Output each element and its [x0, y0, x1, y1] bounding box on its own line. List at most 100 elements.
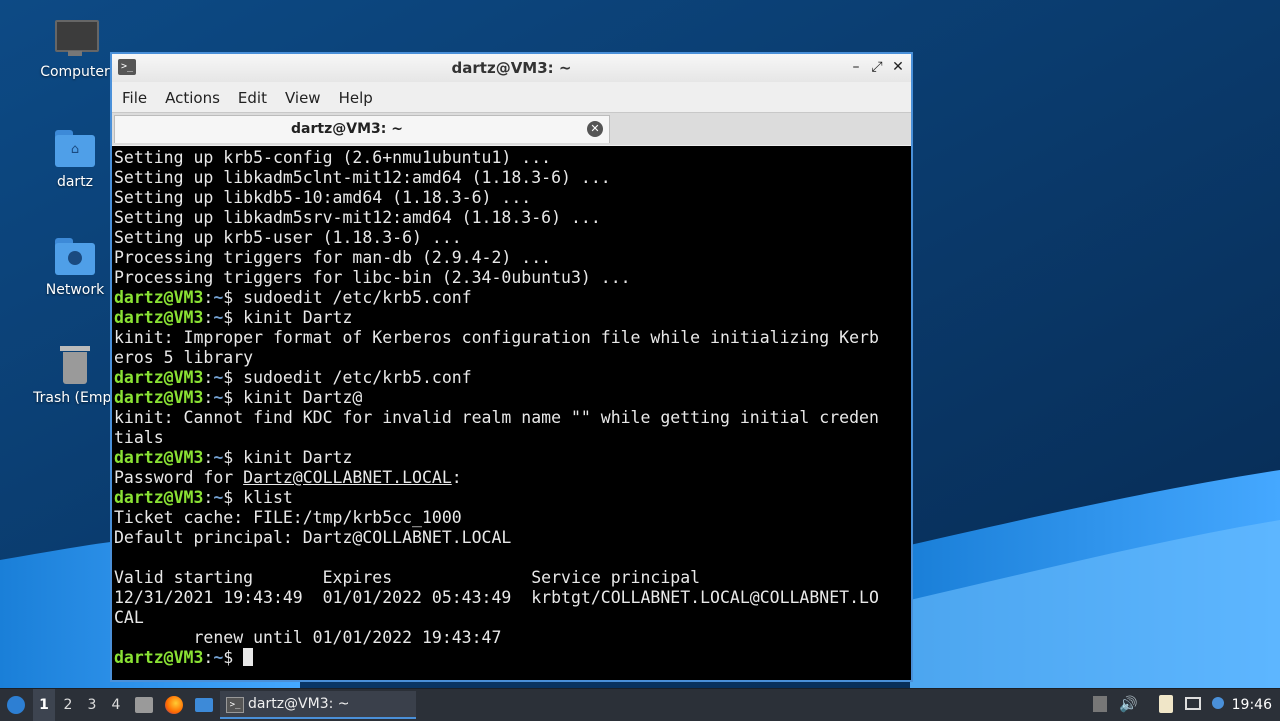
prompt-user: dartz@VM3: [114, 488, 204, 507]
terminal-task-icon: >_: [226, 697, 244, 713]
terminal-line: dartz@VM3:~$: [114, 648, 909, 668]
workspace-3[interactable]: 3: [81, 689, 103, 721]
terminal-line: Valid starting Expires Service principal: [114, 568, 909, 588]
terminal-tab[interactable]: dartz@VM3: ~ ✕: [114, 115, 610, 143]
command-text: kinit Dartz: [243, 308, 353, 327]
prompt-sep: :: [203, 488, 214, 507]
terminal-line: dartz@VM3:~$ kinit Dartz: [114, 308, 909, 328]
terminal-line: Processing triggers for libc-bin (2.34-0…: [114, 268, 909, 288]
output-text: eros 5 library: [114, 348, 254, 367]
prompt-path: ~: [213, 388, 224, 407]
network-folder-icon: [54, 236, 96, 278]
prompt-user: dartz@VM3: [114, 448, 204, 467]
window-titlebar[interactable]: >_ dartz@VM3: ~ – ⤢ ✕: [112, 54, 911, 82]
computer-icon: [54, 18, 99, 60]
terminal-line: Setting up krb5-config (2.6+nmu1ubuntu1)…: [114, 148, 909, 168]
terminal-line: dartz@VM3:~$ klist: [114, 488, 909, 508]
prompt-symbol: $: [223, 368, 244, 387]
terminal-line: dartz@VM3:~$ kinit Dartz@: [114, 388, 909, 408]
terminal-line: Setting up libkadm5clnt-mit12:amd64 (1.1…: [114, 168, 909, 188]
network-tray-icon[interactable]: [1184, 695, 1202, 713]
output-text: 12/31/2021 19:43:49 01/01/2022 05:43:49 …: [114, 588, 879, 607]
prompt-sep: :: [203, 368, 214, 387]
workspace-2[interactable]: 2: [57, 689, 79, 721]
prompt-path: ~: [213, 488, 224, 507]
prompt-user: dartz@VM3: [114, 288, 204, 307]
maximize-button[interactable]: ⤢: [868, 58, 886, 76]
output-text: kinit: Improper format of Kerberos confi…: [114, 328, 879, 347]
output-text: renew until 01/01/2022 19:43:47: [114, 628, 502, 647]
home-folder-icon: ⌂: [54, 128, 96, 170]
show-desktop-icon[interactable]: [193, 689, 215, 721]
terminal-cursor: [243, 648, 254, 666]
output-text: Password for: [114, 468, 244, 487]
menu-bar: File Actions Edit View Help: [112, 82, 911, 112]
terminal-line: dartz@VM3:~$ sudoedit /etc/krb5.conf: [114, 288, 909, 308]
output-text: Setting up libkdb5-10:amd64 (1.18.3-6) .…: [114, 188, 532, 207]
prompt-user: dartz@VM3: [114, 388, 204, 407]
prompt-user: dartz@VM3: [114, 368, 204, 387]
prompt-symbol: $: [223, 288, 244, 307]
terminal-line: kinit: Cannot find KDC for invalid realm…: [114, 408, 909, 428]
trash-icon: [54, 344, 96, 386]
output-text: tials: [114, 428, 164, 447]
menu-file[interactable]: File: [114, 82, 155, 114]
tray-updates-icon[interactable]: [1092, 695, 1110, 713]
terminal-line: eros 5 library: [114, 348, 909, 368]
clipboard-icon[interactable]: [1157, 695, 1175, 713]
workspace-4[interactable]: 4: [105, 689, 127, 721]
tab-label: dartz@VM3: ~: [291, 121, 403, 137]
menu-help[interactable]: Help: [331, 82, 381, 114]
terminal-line: Setting up libkdb5-10:amd64 (1.18.3-6) .…: [114, 188, 909, 208]
prompt-symbol: $: [223, 648, 244, 667]
prompt-path: ~: [213, 368, 224, 387]
menu-edit[interactable]: Edit: [230, 82, 275, 114]
output-text: Valid starting Expires Service principal: [114, 568, 701, 587]
command-text: sudoedit /etc/krb5.conf: [243, 288, 472, 307]
terminal-line: tials: [114, 428, 909, 448]
minimize-button[interactable]: –: [847, 58, 865, 76]
output-text: Ticket cache: FILE:/tmp/krb5cc_1000: [114, 508, 462, 527]
firefox-launcher-icon[interactable]: [163, 689, 185, 721]
prompt-symbol: $: [223, 388, 244, 407]
menu-actions[interactable]: Actions: [157, 82, 228, 114]
terminal-line: Password for Dartz@COLLABNET.LOCAL:: [114, 468, 909, 488]
app-menu-icon[interactable]: [4, 689, 28, 721]
prompt-symbol: $: [223, 448, 244, 467]
close-button[interactable]: ✕: [889, 58, 907, 76]
command-text: sudoedit /etc/krb5.conf: [243, 368, 472, 387]
command-text: kinit Dartz: [243, 448, 353, 467]
terminal-line: Setting up libkadm5srv-mit12:amd64 (1.18…: [114, 208, 909, 228]
window-title: dartz@VM3: ~: [451, 59, 572, 77]
terminal-output[interactable]: Setting up krb5-config (2.6+nmu1ubuntu1)…: [112, 146, 911, 680]
taskbar-terminal-button[interactable]: >_ dartz@VM3: ~: [220, 691, 416, 719]
output-text: Processing triggers for man-db (2.9.4-2)…: [114, 248, 552, 267]
command-text: klist: [243, 488, 293, 507]
notification-icon[interactable]: [1210, 695, 1228, 713]
terminal-line: Processing triggers for man-db (2.9.4-2)…: [114, 248, 909, 268]
prompt-sep: :: [203, 288, 214, 307]
volume-icon[interactable]: 🔊: [1119, 695, 1138, 713]
terminal-line: Setting up krb5-user (1.18.3-6) ...: [114, 228, 909, 248]
task-label: dartz@VM3: ~: [248, 696, 350, 712]
prompt-path: ~: [213, 648, 224, 667]
output-text: Setting up krb5-config (2.6+nmu1ubuntu1)…: [114, 148, 552, 167]
output-text: CAL: [114, 608, 144, 627]
prompt-sep: :: [203, 648, 214, 667]
terminal-line: dartz@VM3:~$ sudoedit /etc/krb5.conf: [114, 368, 909, 388]
terminal-line: Ticket cache: FILE:/tmp/krb5cc_1000: [114, 508, 909, 528]
file-manager-launcher-icon[interactable]: [133, 689, 155, 721]
prompt-sep: :: [203, 448, 214, 467]
terminal-line: kinit: Improper format of Kerberos confi…: [114, 328, 909, 348]
output-text: kinit: Cannot find KDC for invalid realm…: [114, 408, 879, 427]
menu-view[interactable]: View: [277, 82, 329, 114]
terminal-line: Default principal: Dartz@COLLABNET.LOCAL: [114, 528, 909, 548]
prompt-symbol: $: [223, 488, 244, 507]
workspace-1[interactable]: 1: [33, 689, 55, 721]
clock: 19:46: [1231, 697, 1272, 713]
prompt-path: ~: [213, 448, 224, 467]
prompt-sep: :: [203, 388, 214, 407]
tab-close-icon[interactable]: ✕: [587, 121, 603, 137]
terminal-window[interactable]: >_ dartz@VM3: ~ – ⤢ ✕ File Actions Edit Vie…: [110, 52, 913, 682]
